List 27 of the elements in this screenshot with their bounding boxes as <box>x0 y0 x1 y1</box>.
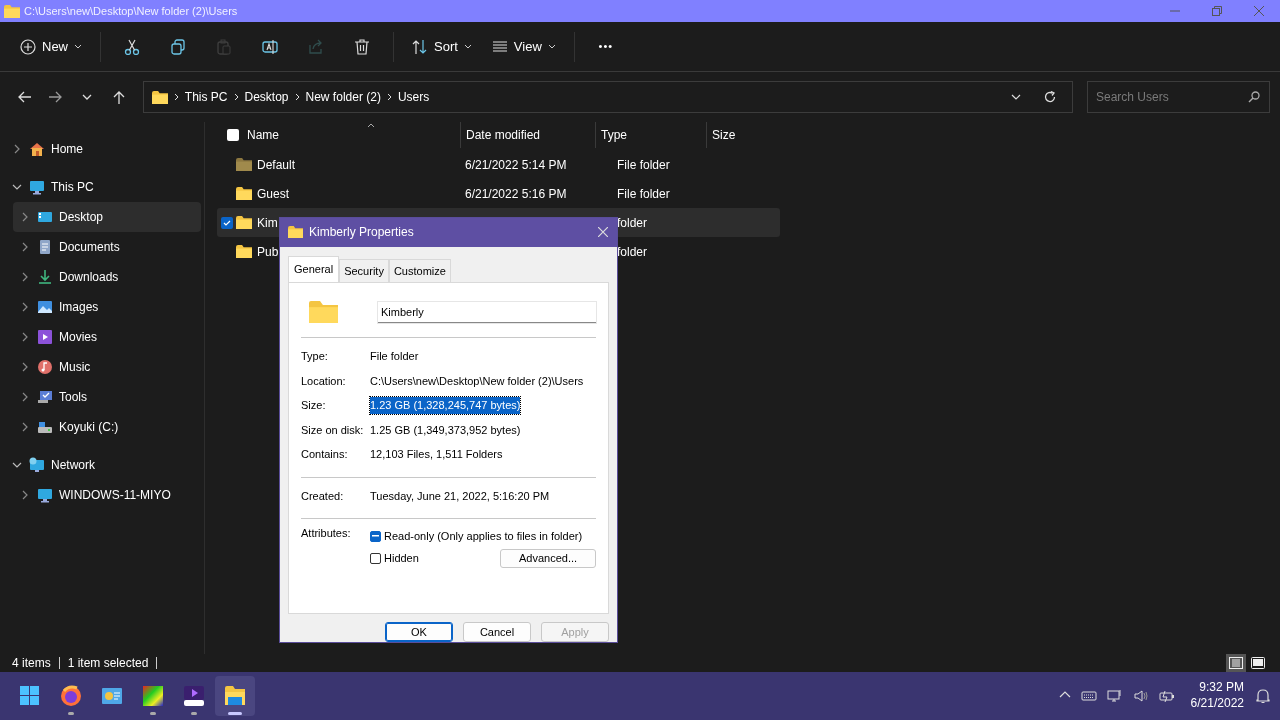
file-name: Default <box>256 156 296 174</box>
property-label: Attributes: <box>301 526 352 542</box>
type-cell-text: folder <box>616 243 649 261</box>
file-name: Kim <box>256 214 278 232</box>
type-cell-text: File folder <box>616 185 671 203</box>
file-name: Guest <box>256 185 289 203</box>
date-cell-text: 6/21/2022 5:16 PM <box>464 185 568 203</box>
property-label: Size on disk: <box>301 422 365 438</box>
type-cell-text: folder <box>616 214 649 232</box>
property-value: Tuesday, June 21, 2022, 5:16:20 PM <box>370 488 550 504</box>
property-value: File folder <box>370 349 419 365</box>
status-text: 4 items <box>12 655 51 672</box>
dialog-title: Kimberly Properties <box>309 224 414 242</box>
property-label: Created: <box>301 488 345 504</box>
file-name: Pub <box>256 243 279 261</box>
property-value: 1.25 GB (1,349,373,952 bytes) <box>370 422 521 438</box>
property-value: 1.23 GB (1,328,245,747 bytes) <box>370 397 521 414</box>
date-cell-text: 6/21/2022 5:14 PM <box>464 156 568 174</box>
property-label: Location: <box>301 373 347 389</box>
property-label: Contains: <box>301 447 349 463</box>
property-label: Type: <box>301 349 329 365</box>
type-cell-text: File folder <box>616 156 671 174</box>
property-value: 12,103 Files, 1,511 Folders <box>370 447 503 463</box>
property-value: C:\Users\new\Desktop\New folder (2)\Users <box>370 373 584 389</box>
window-title: C:\Users\new\Desktop\New folder (2)\Users <box>24 3 238 19</box>
property-label: Size: <box>301 398 327 414</box>
status-text: 1 item selected <box>67 655 149 672</box>
